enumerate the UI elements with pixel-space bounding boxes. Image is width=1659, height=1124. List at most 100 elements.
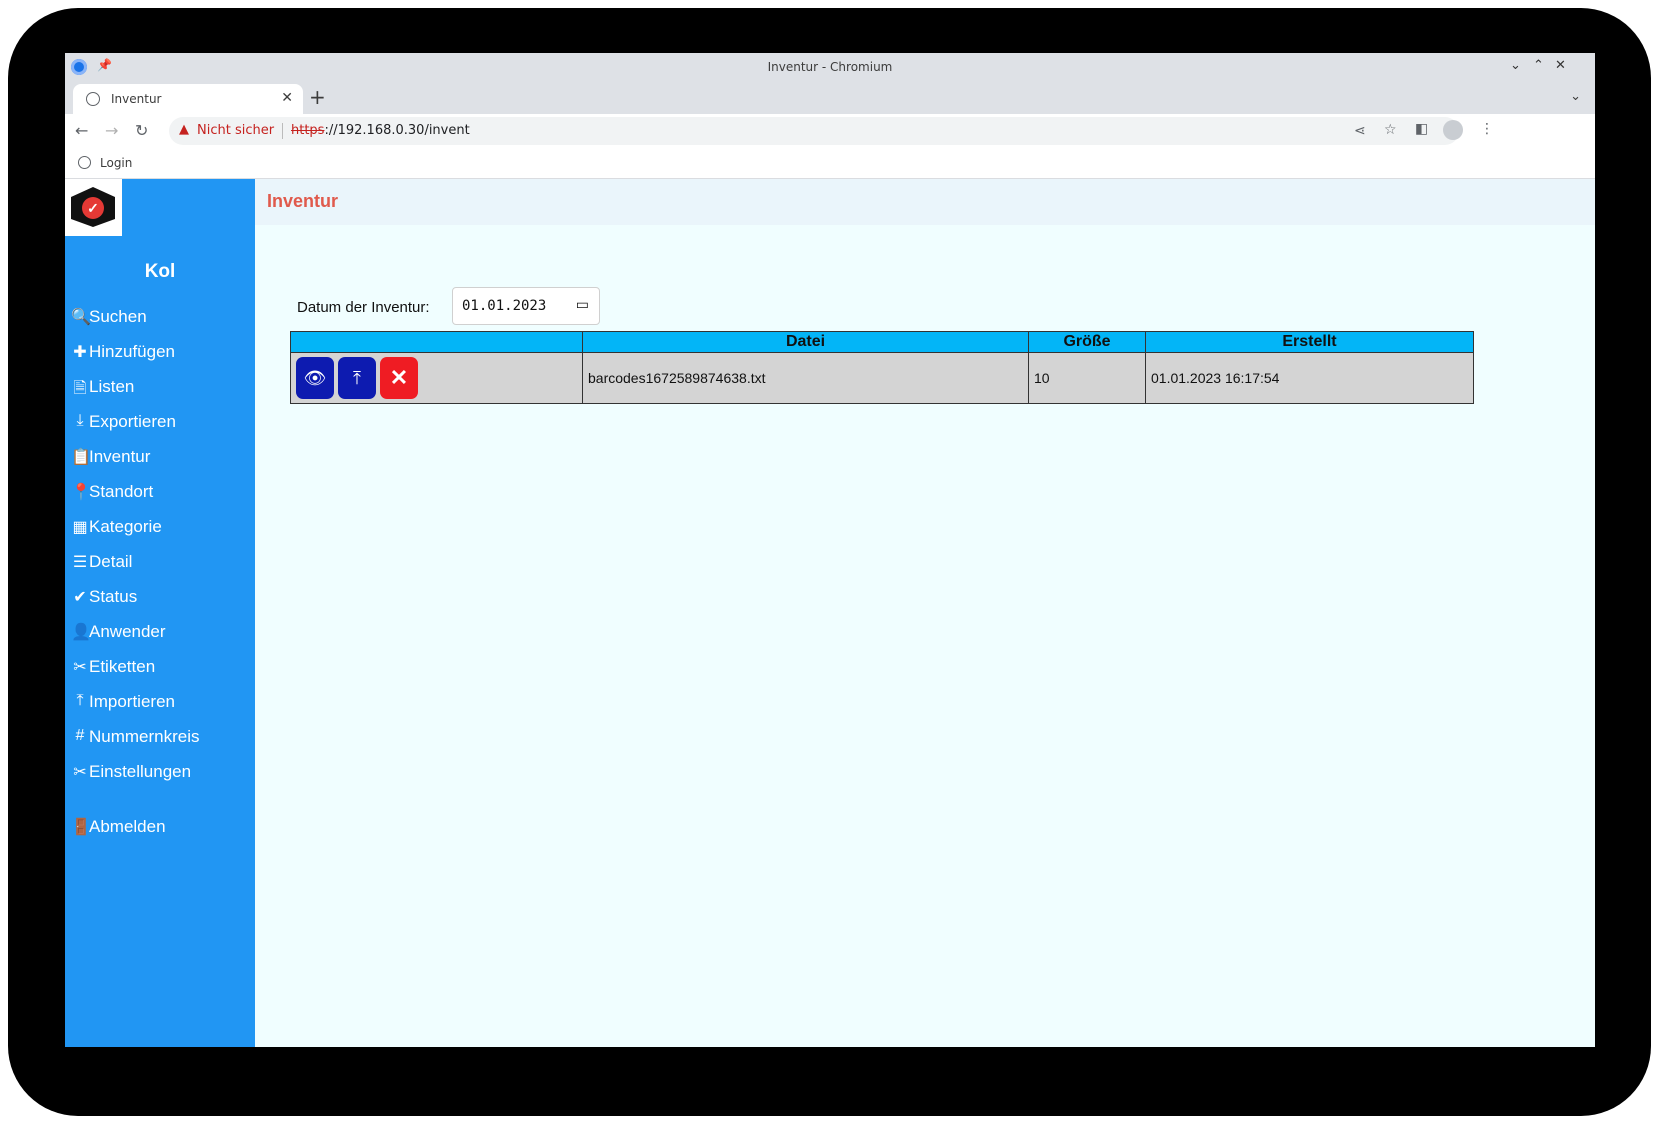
minimize-icon[interactable]: ⌄: [1510, 58, 1521, 73]
date-label: Datum der Inventur:: [297, 299, 430, 316]
table-header-row: Datei Größe Erstellt: [290, 331, 1474, 353]
sidebar-item-etiketten[interactable]: ✂ Etiketten: [71, 657, 255, 687]
new-tab-icon[interactable]: +: [309, 85, 326, 109]
back-icon[interactable]: ←: [75, 121, 88, 140]
page-header: Inventur: [255, 179, 1595, 225]
sidebar-item-detail[interactable]: ☰ Detail: [71, 552, 255, 582]
sidebar-item-label: Standort: [89, 482, 154, 501]
sidebar-item-label: Importieren: [89, 692, 175, 711]
window-title: Inventur - Chromium: [767, 60, 893, 74]
check-badge-icon: ✓: [82, 197, 104, 219]
upload-button[interactable]: ⤒: [338, 357, 376, 399]
sidebar-item-label: Nummernkreis: [89, 727, 200, 746]
sidebar-item-label: Abmelden: [89, 817, 166, 836]
grid-icon: ▦: [72, 519, 88, 536]
sidebar-item-nummernkreis[interactable]: # Nummernkreis: [71, 727, 255, 757]
document-icon: 🗎: [73, 380, 87, 397]
row-actions: 👁 ⤒ ✕: [290, 352, 583, 404]
sidebar-item-hinzuf-gen[interactable]: ✚ Hinzufügen: [71, 342, 255, 372]
search-icon: 🔍: [71, 309, 91, 326]
maximize-icon[interactable]: ⌃: [1533, 58, 1544, 73]
size-cell: 10: [1028, 352, 1146, 404]
table-row: 👁 ⤒ ✕ barcodes1672589874638.txt 10 01.01.2…: [290, 352, 1474, 404]
sidebar-item-label: Einstellungen: [89, 762, 192, 781]
bookmarks-bar: Login: [65, 148, 1595, 179]
sidebar-item-einstellungen[interactable]: ✂ Einstellungen: [71, 762, 255, 792]
delete-button[interactable]: ✕: [380, 357, 418, 399]
close-window-icon[interactable]: ✕: [1555, 58, 1566, 73]
bookmark-login[interactable]: Login: [100, 156, 132, 170]
address-bar[interactable]: ▲ Nicht sicher https://192.168.0.30/inve…: [169, 117, 1459, 145]
url-scheme: https: [291, 123, 325, 138]
web-page: ✓ Kol 🔍Suchen ✚ Hinzufügen 🗎 Listen ⤓ Exportie…: [65, 179, 1595, 1047]
sidebar-item-exportieren[interactable]: ⤓ Exportieren: [71, 412, 255, 442]
upload-icon: ⤒: [353, 368, 361, 388]
calendar-icon[interactable]: ▭: [576, 297, 589, 313]
sidebar-item-abmelden[interactable]: 🚪Abmelden: [71, 817, 255, 847]
tools-icon: ✂: [73, 659, 87, 676]
title-bar: 📌 Inventur - Chromium ⌄ ⌃ ✕: [65, 53, 1595, 82]
clipboard-icon: 📋: [71, 449, 91, 466]
sidebar-item-suchen[interactable]: 🔍Suchen: [71, 307, 255, 337]
tab-inventur[interactable]: Inventur ✕: [73, 84, 303, 114]
inventory-files-table: Datei Größe Erstellt 👁 ⤒ ✕ barcodes1672589…: [290, 331, 1474, 404]
eye-icon: 👁: [303, 368, 327, 388]
share-icon[interactable]: ⋖: [1354, 123, 1366, 139]
upload-icon: ⤒: [76, 692, 84, 709]
hash-icon: #: [75, 727, 85, 744]
date-input[interactable]: 01.01.2023 ▭: [452, 287, 600, 325]
sidebar-item-status[interactable]: ✔ Status: [71, 587, 255, 617]
sidebar-item-label: Anwender: [89, 622, 166, 641]
profile-avatar-icon[interactable]: [1443, 120, 1463, 140]
sidebar-item-label: Exportieren: [89, 412, 176, 431]
page-title: Inventur: [267, 191, 339, 211]
sidebar-item-label: Listen: [89, 377, 135, 396]
brand-name: Kol: [144, 261, 176, 282]
globe-icon: [86, 92, 100, 106]
browser-window: 📌 Inventur - Chromium ⌄ ⌃ ✕ Inventur ✕ +…: [65, 53, 1595, 1047]
check-icon: ✔: [73, 589, 87, 606]
tab-search-chevron-icon[interactable]: ⌄: [1570, 88, 1581, 104]
sidebar-item-label: Kategorie: [89, 517, 162, 536]
list-icon: ☰: [72, 554, 88, 571]
forward-icon[interactable]: →: [105, 121, 118, 140]
reload-icon[interactable]: ↻: [135, 121, 148, 140]
sidebar-item-label: Detail: [89, 552, 133, 571]
download-icon: ⤓: [76, 412, 84, 429]
sidebar-item-label: Suchen: [89, 307, 147, 326]
browser-toolbar: ← → ↻ ▲ Nicht sicher https://192.168.0.3…: [65, 114, 1595, 148]
tab-close-icon[interactable]: ✕: [281, 90, 293, 106]
logout-icon: 🚪: [71, 819, 91, 836]
security-status[interactable]: Nicht sicher: [197, 123, 274, 138]
side-panel-icon[interactable]: ◧: [1415, 121, 1428, 137]
sidebar-item-listen[interactable]: 🗎 Listen: [71, 377, 255, 407]
omnibox-divider: [282, 123, 283, 139]
tab-strip: Inventur ✕ + ⌄: [65, 82, 1595, 114]
url-text[interactable]: https://192.168.0.30/invent: [291, 123, 470, 138]
column-header-size: Größe: [1028, 331, 1146, 353]
sidebar: ✓ Kol 🔍Suchen ✚ Hinzufügen 🗎 Listen ⤓ Exportie…: [65, 179, 255, 1047]
sidebar-item-label: Etiketten: [89, 657, 156, 676]
plus-icon: ✚: [73, 344, 87, 361]
file-cell: barcodes1672589874638.txt: [582, 352, 1029, 404]
sidebar-item-standort[interactable]: 📍Standort: [71, 482, 255, 512]
sidebar-item-label: Hinzufügen: [89, 342, 176, 361]
view-button[interactable]: 👁: [296, 357, 334, 399]
app-logo[interactable]: ✓: [65, 179, 122, 236]
menu-kebab-icon[interactable]: ⋮: [1480, 121, 1494, 137]
user-icon: 👤: [71, 624, 91, 641]
created-cell: 01.01.2023 16:17:54: [1145, 352, 1474, 404]
column-header-created: Erstellt: [1145, 331, 1474, 353]
bookmark-star-icon[interactable]: ☆: [1384, 122, 1397, 138]
settings-tools-icon: ✂: [73, 764, 87, 781]
sidebar-item-kategorie[interactable]: ▦Kategorie: [71, 517, 255, 547]
location-pin-icon: 📍: [71, 484, 91, 501]
url-host: ://192.168.0.30/invent: [324, 123, 470, 138]
sidebar-item-label: Status: [89, 587, 138, 606]
column-header-actions: [290, 331, 583, 353]
column-header-file: Datei: [582, 331, 1029, 353]
sidebar-item-importieren[interactable]: ⤒ Importieren: [71, 692, 255, 722]
sidebar-item-inventur[interactable]: 📋Inventur: [71, 447, 255, 477]
close-x-icon: ✕: [389, 365, 409, 390]
sidebar-item-anwender[interactable]: 👤Anwender: [71, 622, 255, 652]
